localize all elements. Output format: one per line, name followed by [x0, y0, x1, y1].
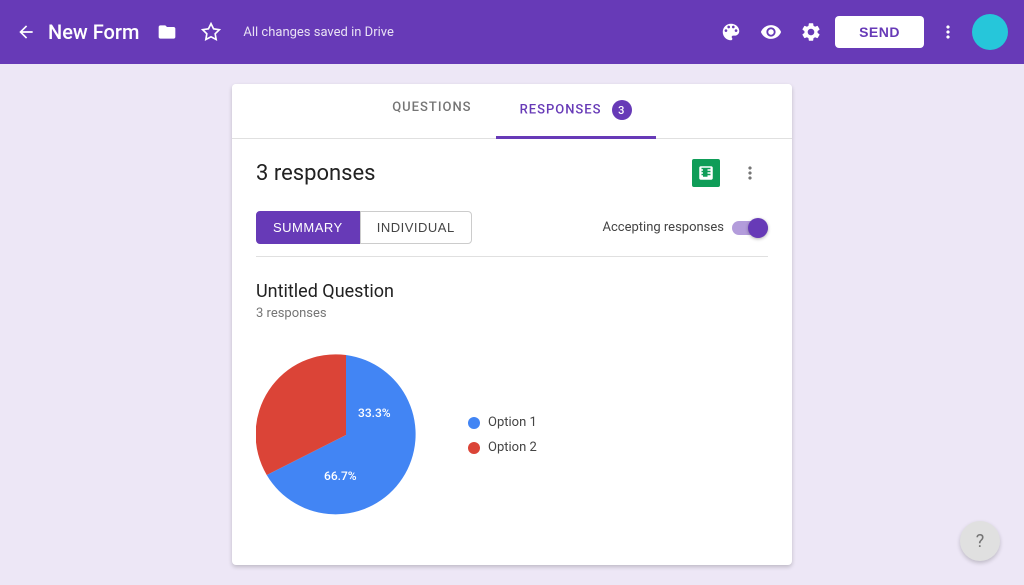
responses-header: 3 responses	[232, 139, 792, 207]
legend-dot-option1	[468, 417, 480, 429]
star-icon[interactable]	[195, 16, 227, 48]
app-header: New Form All changes saved in Drive SEND	[0, 0, 1024, 64]
legend-item-option1: Option 1	[468, 415, 537, 430]
header-left: New Form All changes saved in Drive	[16, 16, 715, 48]
chart-area: 66.7% 33.3% Option 1 Option 2	[256, 337, 768, 533]
responses-actions	[688, 155, 768, 191]
question-responses-count: 3 responses	[256, 306, 768, 321]
legend-item-option2: Option 2	[468, 440, 537, 455]
preview-icon[interactable]	[755, 16, 787, 48]
responses-badge: 3	[612, 100, 632, 120]
question-section: Untitled Question 3 responses	[232, 257, 792, 557]
tab-bar: QUESTIONS RESPONSES 3	[232, 84, 792, 139]
individual-button[interactable]: INDIVIDUAL	[360, 211, 472, 244]
tab-responses[interactable]: RESPONSES 3	[496, 84, 656, 139]
responses-count: 3 responses	[256, 161, 688, 186]
pie-label-33: 33.3%	[358, 406, 391, 420]
more-responses-icon[interactable]	[732, 155, 768, 191]
legend-label-option2: Option 2	[488, 440, 537, 455]
accepting-responses-label: Accepting responses	[603, 218, 769, 238]
help-button[interactable]: ?	[960, 521, 1000, 561]
folder-icon[interactable]	[151, 16, 183, 48]
page-title: New Form	[48, 20, 139, 44]
more-options-icon[interactable]	[932, 16, 964, 48]
avatar[interactable]	[972, 14, 1008, 50]
settings-icon[interactable]	[795, 16, 827, 48]
send-button[interactable]: SEND	[835, 16, 924, 48]
pie-label-66: 66.7%	[324, 469, 357, 483]
main-content: QUESTIONS RESPONSES 3 3 responses	[0, 64, 1024, 585]
header-right: SEND	[715, 14, 1008, 50]
summary-button[interactable]: SUMMARY	[256, 211, 360, 244]
accepting-toggle[interactable]	[732, 218, 768, 238]
saved-status: All changes saved in Drive	[243, 25, 394, 40]
pie-chart: 66.7% 33.3%	[256, 345, 436, 525]
switch-thumb	[748, 218, 768, 238]
palette-icon[interactable]	[715, 16, 747, 48]
tab-questions[interactable]: QUESTIONS	[368, 84, 495, 139]
sheets-icon-box	[692, 159, 720, 187]
view-toggle-bar: SUMMARY INDIVIDUAL Accepting responses	[232, 207, 792, 256]
legend-dot-option2	[468, 442, 480, 454]
legend-label-option1: Option 1	[488, 415, 537, 430]
back-icon[interactable]	[16, 22, 36, 42]
chart-legend: Option 1 Option 2	[468, 415, 537, 455]
form-card: QUESTIONS RESPONSES 3 3 responses	[232, 84, 792, 565]
question-title: Untitled Question	[256, 281, 768, 302]
sheets-icon[interactable]	[688, 155, 724, 191]
